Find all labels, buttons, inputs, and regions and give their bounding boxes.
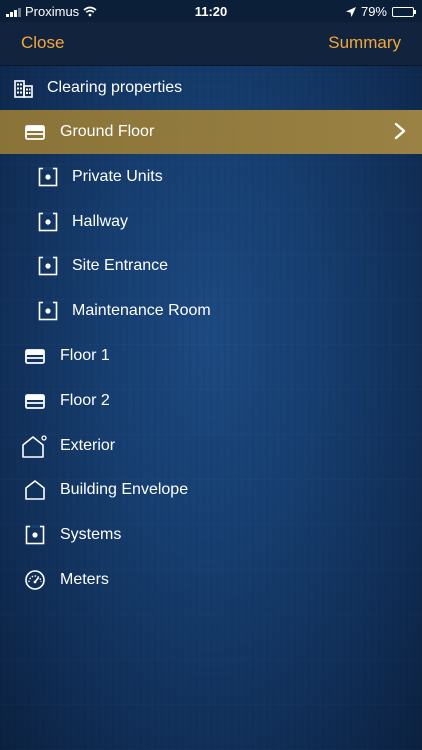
status-left: Proximus	[6, 4, 97, 19]
carrier-label: Proximus	[25, 4, 80, 19]
tree-item-hallway[interactable]: Hallway	[0, 200, 422, 244]
tree-item-meters[interactable]: Meters	[0, 558, 422, 602]
summary-button[interactable]: Summary	[328, 33, 401, 53]
floor-icon	[24, 345, 46, 367]
tree-item-label: Meters	[60, 571, 109, 588]
tree-item-label: Site Entrance	[72, 257, 169, 275]
unit-icon	[24, 524, 46, 546]
unit-icon	[37, 166, 59, 188]
exterior-icon	[21, 434, 47, 459]
unit-icon	[37, 255, 59, 277]
tree-item-label: Systems	[60, 526, 122, 544]
tree-item-building-envelope[interactable]: Building Envelope	[0, 468, 422, 512]
status-bar: Proximus 11:20 79%	[0, 0, 422, 22]
tree-item-label: Maintenance Room	[72, 302, 211, 320]
status-right: 79%	[345, 4, 416, 19]
unit-icon	[37, 211, 59, 233]
tree-item-ground-floor[interactable]: Ground Floor	[0, 110, 422, 154]
signal-icon	[6, 7, 21, 17]
property-title: Clearing properties	[47, 79, 183, 96]
battery-icon	[392, 6, 416, 17]
wifi-icon	[83, 6, 97, 17]
floor-icon	[24, 121, 46, 143]
building-icon	[14, 78, 34, 98]
tree-item-exterior[interactable]: Exterior	[0, 424, 422, 468]
tree-item-floor-2[interactable]: Floor 2	[0, 379, 422, 423]
tree-item-systems[interactable]: Systems	[0, 513, 422, 557]
tree-item-label: Private Units	[72, 167, 163, 185]
meter-icon	[24, 569, 46, 591]
close-button[interactable]: Close	[21, 33, 64, 53]
tree-item-label: Floor 2	[60, 391, 110, 409]
tree-item-label: Ground Floor	[60, 123, 155, 140]
tree-item-maintenance-room[interactable]: Maintenance Room	[0, 289, 422, 333]
navigation-bar: Close Summary	[0, 22, 422, 66]
location-arrow-icon	[345, 6, 356, 17]
unit-icon	[37, 300, 59, 322]
property-header: Clearing properties	[0, 66, 422, 110]
battery-percent: 79%	[360, 4, 387, 19]
house-icon	[24, 479, 46, 501]
tree-item-label: Exterior	[60, 436, 116, 454]
tree-item-site-entrance[interactable]: Site Entrance	[0, 244, 422, 288]
tree-item-label: Building Envelope	[60, 481, 189, 499]
tree-item-floor-1[interactable]: Floor 1	[0, 334, 422, 378]
floor-icon	[24, 390, 46, 412]
tree-item-label: Floor 1	[60, 347, 110, 364]
chevron-right-icon	[394, 122, 406, 140]
tree-item-label: Hallway	[72, 212, 129, 230]
tree-item-private-units[interactable]: Private Units	[0, 155, 422, 199]
